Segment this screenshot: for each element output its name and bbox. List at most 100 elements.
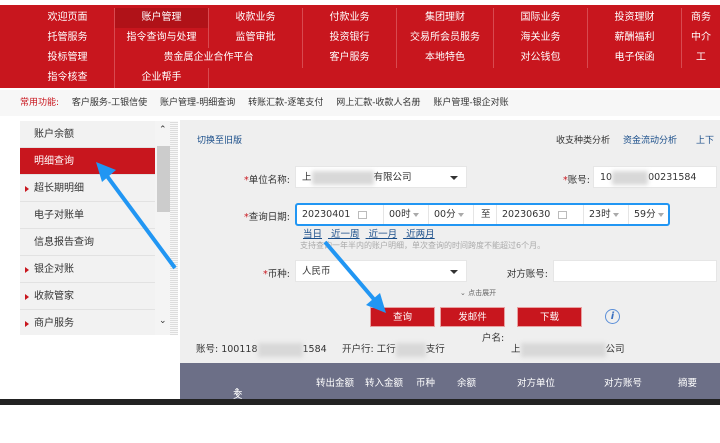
sidebar-item[interactable]: 银企对账 (20, 256, 155, 283)
counterparty-account-input[interactable] (553, 260, 717, 282)
nav-item[interactable]: 企业帮手 (115, 68, 209, 88)
col-in: 转入金额 (365, 378, 404, 389)
currency-select[interactable]: 人民币 (295, 260, 467, 282)
sidebar: 账户余额明细查询超长期明细电子对账单信息报告查询银企对账收款管家商户服务 (20, 121, 155, 335)
sidebar-item-label: 明细查询 (34, 156, 74, 167)
start-minute-select[interactable]: 00分 (429, 205, 474, 224)
nav-item[interactable]: 国际业务 (494, 8, 588, 28)
sidebar-item-label: 电子对账单 (34, 210, 84, 221)
col-counter-unit: 对方单位 (517, 378, 556, 389)
expand-arrow-icon (25, 321, 29, 327)
quick-today[interactable]: 当日 (303, 229, 322, 240)
nav-item[interactable]: 投资银行 (303, 28, 397, 48)
scrollbar-thumb[interactable] (157, 146, 171, 212)
sidebar-item-label: 账户余额 (34, 129, 74, 140)
nav-item[interactable]: 付款业务 (303, 8, 397, 28)
common-link[interactable]: 网上汇款-收款人名册 (336, 98, 420, 108)
col-counter-account: 对方账号 (604, 378, 643, 389)
nav-item[interactable]: 账户管理 (115, 8, 209, 28)
common-link[interactable]: 转账汇款-逐笔支付 (248, 98, 323, 108)
end-date-input[interactable]: 20230630 (497, 205, 584, 224)
nav-item[interactable]: 贵金属企业合作平台 (115, 48, 303, 68)
date-hint: 支持查询一年半内的账户明细，单次查询的时间跨度不能超过6个月。 (300, 241, 546, 250)
sidebar-item[interactable]: 超长期明细 (20, 175, 155, 202)
sidebar-item[interactable]: 明细查询 (20, 148, 155, 175)
nav-item[interactable]: 集团理财 (397, 8, 494, 28)
col-out: 转出金额 (316, 378, 355, 389)
common-link[interactable]: 账户管理-银企对账 (433, 98, 508, 108)
to-label: 至 (474, 205, 497, 224)
start-hour-select[interactable]: 00时 (384, 205, 429, 224)
account-name: 上公司 (511, 342, 625, 357)
info-icon[interactable]: i (605, 309, 620, 324)
nav-item[interactable]: 交易所会员服务 (397, 28, 494, 48)
end-minute-select[interactable]: 59分 (629, 205, 668, 224)
nav-item[interactable]: 指令查询与处理 (115, 28, 209, 48)
sidebar-item-label: 收款管家 (34, 291, 74, 302)
sidebar-item[interactable]: 收款管家 (20, 283, 155, 310)
switch-old-version-link[interactable]: 切换至旧版 (197, 133, 242, 146)
nav-item[interactable]: 本地特色 (397, 48, 494, 68)
sidebar-item-label: 超长期明细 (34, 183, 84, 194)
nav-item[interactable]: 托管服务 (21, 28, 115, 48)
nav-item[interactable]: 监管审批 (209, 28, 303, 48)
expand-arrow-icon (25, 294, 29, 300)
chevron-down-icon: ⌄ (460, 289, 469, 297)
more-link[interactable]: 上下 (696, 133, 714, 146)
nav-item[interactable]: 薪酬福利 (588, 28, 682, 48)
income-type-analysis-link[interactable]: 收支种类分析 (556, 133, 610, 146)
send-mail-button[interactable]: 发邮件 (440, 307, 505, 327)
nav-item[interactable]: 指令核查 (21, 68, 115, 88)
col-currency: 币种 (416, 378, 436, 389)
account-label: 账号: (567, 175, 590, 186)
common-functions-label: 常用功能: (20, 98, 60, 108)
sidebar-item[interactable]: 电子对账单 (20, 202, 155, 229)
nav-item[interactable]: 投标管理 (21, 48, 115, 68)
scroll-down-icon[interactable]: ⌄ (159, 316, 167, 326)
nav-item[interactable]: 对公钱包 (494, 48, 588, 68)
account-name-label: 户名: (482, 333, 505, 344)
nav-item[interactable]: 欢迎页面 (21, 8, 115, 28)
nav-item[interactable]: 商务 (682, 8, 720, 28)
sidebar-item[interactable]: 账户余额 (20, 121, 155, 148)
table-header: 交易时间 ⇕ 转出金额 转入金额 币种 余额 对方单位 对方账号 摘要 (180, 363, 720, 443)
download-button[interactable]: 下载 (517, 307, 582, 327)
nav-item[interactable]: 客户服务 (303, 48, 397, 68)
nav-item[interactable]: 投资理财 (588, 8, 682, 28)
nav-item[interactable]: 电子保函 (588, 48, 682, 68)
expand-toggle[interactable]: ⌄ 点击展开 (460, 288, 496, 298)
sidebar-item[interactable]: 信息报告查询 (20, 229, 155, 256)
expand-arrow-icon (25, 186, 29, 192)
common-link[interactable]: 账户管理-明细查询 (160, 98, 235, 108)
sidebar-item[interactable]: 商户服务 (20, 310, 155, 335)
query-button[interactable]: 查询 (370, 307, 435, 327)
sort-icon: ⇕ (233, 387, 241, 398)
top-navigation: 欢迎页面 账户管理 收款业务 付款业务 集团理财 国际业务 投资理财 商务托管服务 指令查询与处… (0, 5, 720, 88)
quick-month[interactable]: 近一月 (369, 229, 398, 240)
bottom-bar (0, 399, 720, 405)
nav-item[interactable]: 海关业务 (494, 28, 588, 48)
unit-name-select[interactable]: 上有限公司 (295, 166, 467, 188)
quick-two-months[interactable]: 近两月 (406, 229, 435, 240)
sidebar-item-label: 信息报告查询 (34, 237, 94, 248)
nav-item[interactable]: 工 (682, 48, 720, 68)
fund-flow-analysis-link[interactable]: 资金流动分析 (623, 133, 677, 146)
sidebar-splitter[interactable] (170, 121, 178, 335)
end-hour-select[interactable]: 23时 (584, 205, 629, 224)
calendar-icon (358, 210, 368, 219)
currency-label: 币种: (267, 269, 290, 280)
col-summary: 摘要 (678, 378, 698, 389)
calendar-icon (558, 210, 568, 219)
nav-item[interactable]: 收款业务 (209, 8, 303, 28)
nav-item[interactable]: 中介 (682, 28, 720, 48)
expand-arrow-icon (25, 267, 29, 273)
chevron-down-icon (450, 270, 458, 274)
account-select[interactable]: 10 00231584 (593, 166, 717, 188)
common-link[interactable]: 客户服务-工银信使 (72, 98, 147, 108)
start-date-input[interactable]: 20230401 (297, 205, 384, 224)
common-functions-bar: 常用功能: 客户服务-工银信使 账户管理-明细查询 转账汇款-逐笔支付 网上汇款… (0, 90, 720, 116)
quick-week[interactable]: 近一周 (331, 229, 360, 240)
counterparty-account-label: 对方账号: (506, 269, 548, 280)
scroll-up-icon[interactable]: ⌃ (159, 125, 167, 135)
date-range-picker: 20230401 00时 00分 至 20230630 23时 59分 (295, 203, 670, 226)
